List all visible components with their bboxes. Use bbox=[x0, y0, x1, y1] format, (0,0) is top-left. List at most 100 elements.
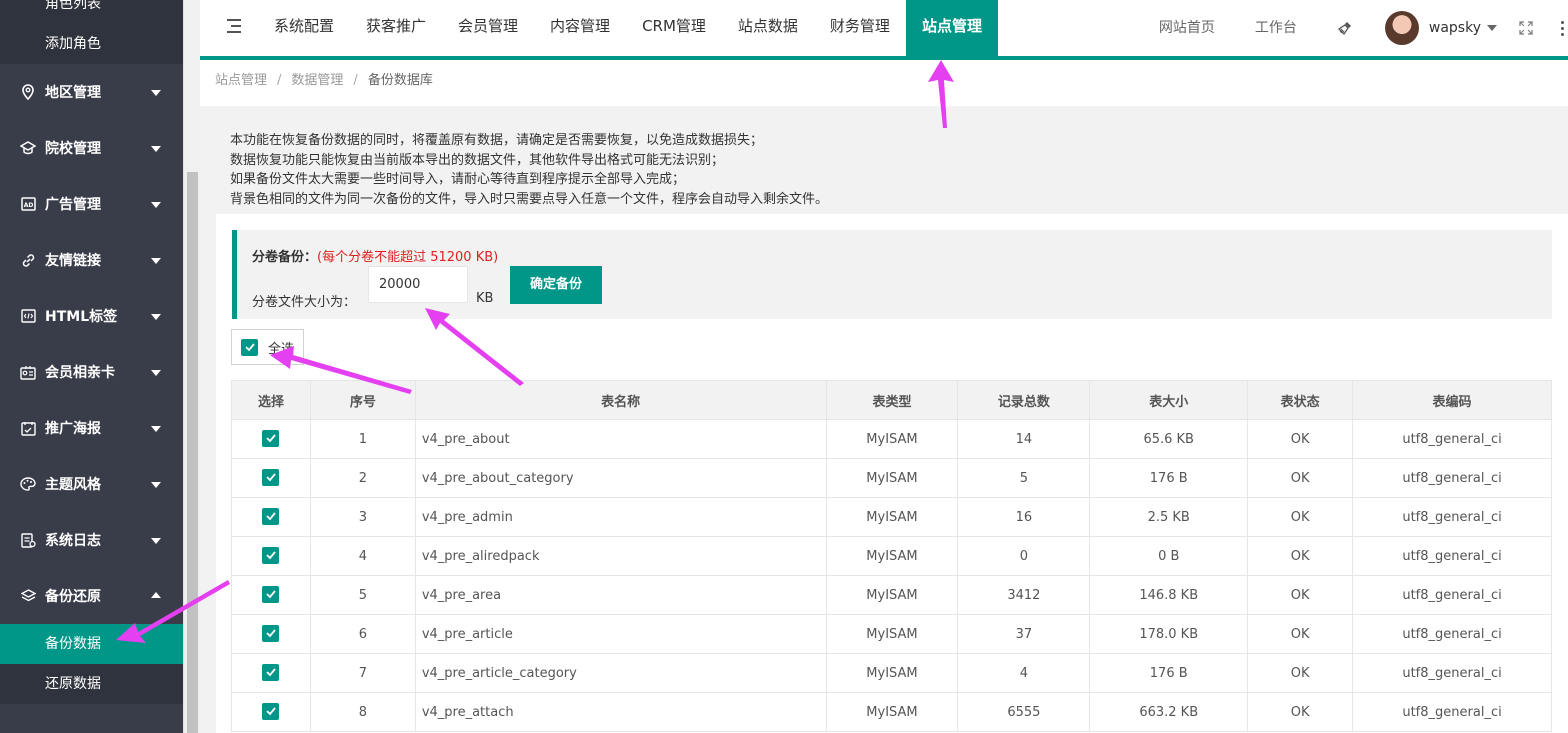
row-number: 6 bbox=[309, 614, 416, 654]
table-charset: utf8_general_ci bbox=[1352, 614, 1552, 654]
row-checkbox[interactable] bbox=[231, 692, 311, 732]
nav-item[interactable]: 站点数据 bbox=[722, 0, 814, 56]
location-icon bbox=[20, 84, 36, 100]
volume-backup-panel: 分卷备份：(每个分卷不能超过 51200 KB) 分卷文件大小为： 20000 … bbox=[232, 230, 1552, 319]
table-status: OK bbox=[1247, 419, 1354, 459]
menu-toggle-icon[interactable] bbox=[227, 19, 241, 33]
table-row[interactable]: 2 v4_pre_about_category MyISAM 5 176 B OK utf8… bbox=[231, 458, 1552, 498]
fullscreen-icon[interactable] bbox=[1519, 21, 1533, 35]
sidebar-sub-add-role[interactable]: 添加角色 bbox=[0, 24, 183, 64]
volume-size-input[interactable]: 20000 bbox=[368, 266, 468, 303]
row-number: 8 bbox=[309, 692, 416, 732]
table-name: v4_pre_admin bbox=[414, 497, 827, 537]
nav-item-active[interactable]: 站点管理 bbox=[905, 0, 998, 56]
row-checkbox[interactable] bbox=[231, 653, 311, 693]
sidebar-sub-label: 角色列表 bbox=[45, 0, 101, 12]
table-row[interactable]: 3 v4_pre_admin MyISAM 16 2.5 KB OK utf8_genera… bbox=[231, 497, 1552, 537]
sidebar-item-theme[interactable]: 主题风格 bbox=[0, 456, 183, 512]
row-checkbox[interactable] bbox=[231, 575, 311, 615]
record-count: 3412 bbox=[957, 575, 1091, 615]
workbench-link[interactable]: 工作台 bbox=[1235, 2, 1317, 54]
sidebar-item-logs[interactable]: 系统日志 bbox=[0, 512, 183, 568]
sidebar-item-member-card[interactable]: 会员相亲卡 bbox=[0, 344, 183, 400]
sidebar-item-backup[interactable]: 备份还原 bbox=[0, 568, 183, 624]
nav-item[interactable]: 系统配置 bbox=[258, 0, 350, 56]
breadcrumb-item[interactable]: 站点管理 bbox=[215, 73, 267, 88]
row-checkbox[interactable] bbox=[231, 458, 311, 498]
table-engine: MyISAM bbox=[825, 497, 959, 537]
sidebar-item-label: 院校管理 bbox=[45, 141, 101, 157]
table-row[interactable]: 1 v4_pre_about MyISAM 14 65.6 KB OK utf8_gener… bbox=[231, 419, 1552, 459]
table-header-row: 选择 序号 表名称 表类型 记录总数 表大小 表状态 表编码 bbox=[231, 380, 1552, 420]
row-checkbox[interactable] bbox=[231, 419, 311, 459]
sidebar-item-label: 备份还原 bbox=[45, 589, 101, 605]
breadcrumb: 站点管理 / 数据管理 / 备份数据库 bbox=[200, 60, 1568, 106]
scrollbar-thumb[interactable] bbox=[187, 172, 198, 733]
sidebar-item-school[interactable]: 院校管理 bbox=[0, 120, 183, 176]
row-checkbox[interactable] bbox=[231, 536, 311, 576]
record-count: 4 bbox=[957, 653, 1091, 693]
sidebar-item-poster[interactable]: 推广海报 bbox=[0, 400, 183, 456]
top-nav: 系统配置 获客推广 会员管理 内容管理 CRM管理 站点数据 财务管理 站点管理 bbox=[258, 0, 998, 56]
more-vertical-icon[interactable] bbox=[1561, 20, 1564, 36]
confirm-backup-button[interactable]: 确定备份 bbox=[510, 266, 602, 304]
table-status: OK bbox=[1247, 614, 1354, 654]
school-icon bbox=[20, 140, 36, 156]
table-row[interactable]: 8 v4_pre_attach MyISAM 6555 663.2 KB OK utf8_g… bbox=[231, 692, 1552, 732]
broom-icon[interactable] bbox=[1317, 20, 1373, 36]
row-checkbox[interactable] bbox=[231, 497, 311, 537]
svg-text:AD: AD bbox=[23, 202, 33, 209]
table-row[interactable]: 7 v4_pre_article_category MyISAM 4 176 B OK ut… bbox=[231, 653, 1552, 693]
header-right: 网站首页 工作台 wapsky bbox=[1139, 0, 1568, 56]
table-engine: MyISAM bbox=[825, 458, 959, 498]
layers-icon bbox=[20, 588, 36, 604]
nav-item[interactable]: CRM管理 bbox=[626, 0, 722, 56]
row-number: 5 bbox=[309, 575, 416, 615]
size-unit: KB bbox=[476, 291, 494, 306]
sidebar-sub-backup-data[interactable]: 备份数据 bbox=[0, 624, 183, 664]
row-number: 1 bbox=[309, 419, 416, 459]
table-status: OK bbox=[1247, 497, 1354, 537]
checkbox-checked-icon bbox=[262, 429, 280, 447]
sidebar-item-ads[interactable]: AD 广告管理 bbox=[0, 176, 183, 232]
breadcrumb-separator: / bbox=[277, 73, 282, 88]
chevron-down-icon[interactable] bbox=[1487, 25, 1497, 31]
nav-item[interactable]: 获客推广 bbox=[350, 0, 442, 56]
table-charset: utf8_general_ci bbox=[1352, 497, 1552, 537]
sidebar-sub-restore-data[interactable]: 还原数据 bbox=[0, 664, 183, 704]
sidebar-item-links[interactable]: 友情链接 bbox=[0, 232, 183, 288]
avatar[interactable] bbox=[1384, 11, 1419, 45]
breadcrumb-item[interactable]: 数据管理 bbox=[291, 73, 343, 88]
nav-item[interactable]: 内容管理 bbox=[534, 0, 626, 56]
sidebar-sub-role-list[interactable]: 角色列表 bbox=[0, 0, 183, 24]
chevron-down-icon bbox=[151, 146, 161, 152]
select-all-checkbox[interactable]: 全选 bbox=[231, 329, 304, 365]
chevron-down-icon bbox=[151, 538, 161, 544]
username[interactable]: wapsky bbox=[1429, 20, 1481, 36]
row-checkbox[interactable] bbox=[231, 614, 311, 654]
table-engine: MyISAM bbox=[825, 692, 959, 732]
notice-line: 数据恢复功能只能恢复由当前版本导出的数据文件，其他软件导出格式可能无法识别； bbox=[230, 152, 725, 168]
table-row[interactable]: 5 v4_pre_area MyISAM 3412 146.8 KB OK utf8_gen… bbox=[231, 575, 1552, 615]
row-number: 4 bbox=[309, 536, 416, 576]
nav-item[interactable]: 财务管理 bbox=[814, 0, 906, 56]
volume-limit-note: (每个分卷不能超过 51200 KB) bbox=[317, 250, 499, 265]
record-count: 6555 bbox=[957, 692, 1091, 732]
nav-item[interactable]: 会员管理 bbox=[442, 0, 534, 56]
sidebar-item-region[interactable]: 地区管理 bbox=[0, 64, 183, 120]
table-size: 146.8 KB bbox=[1089, 575, 1249, 615]
table-name: v4_pre_article bbox=[414, 614, 827, 654]
sidebar-item-html[interactable]: HTML标签 bbox=[0, 288, 183, 344]
table-name: v4_pre_article_category bbox=[414, 653, 827, 693]
chevron-up-icon bbox=[151, 592, 161, 598]
site-home-link[interactable]: 网站首页 bbox=[1139, 2, 1235, 54]
poster-icon bbox=[20, 420, 36, 436]
checkbox-checked-icon bbox=[262, 663, 280, 681]
table-charset: utf8_general_ci bbox=[1352, 692, 1552, 732]
sidebar-scrollbar[interactable] bbox=[183, 0, 200, 733]
table-size: 178.0 KB bbox=[1089, 614, 1249, 654]
table-row[interactable]: 4 v4_pre_aliredpack MyISAM 0 0 B OK utf8_gener… bbox=[231, 536, 1552, 576]
table-row[interactable]: 6 v4_pre_article MyISAM 37 178.0 KB OK utf8_ge… bbox=[231, 614, 1552, 654]
sidebar-item-label: 推广海报 bbox=[45, 421, 101, 437]
sidebar-item-label: HTML标签 bbox=[45, 309, 118, 325]
